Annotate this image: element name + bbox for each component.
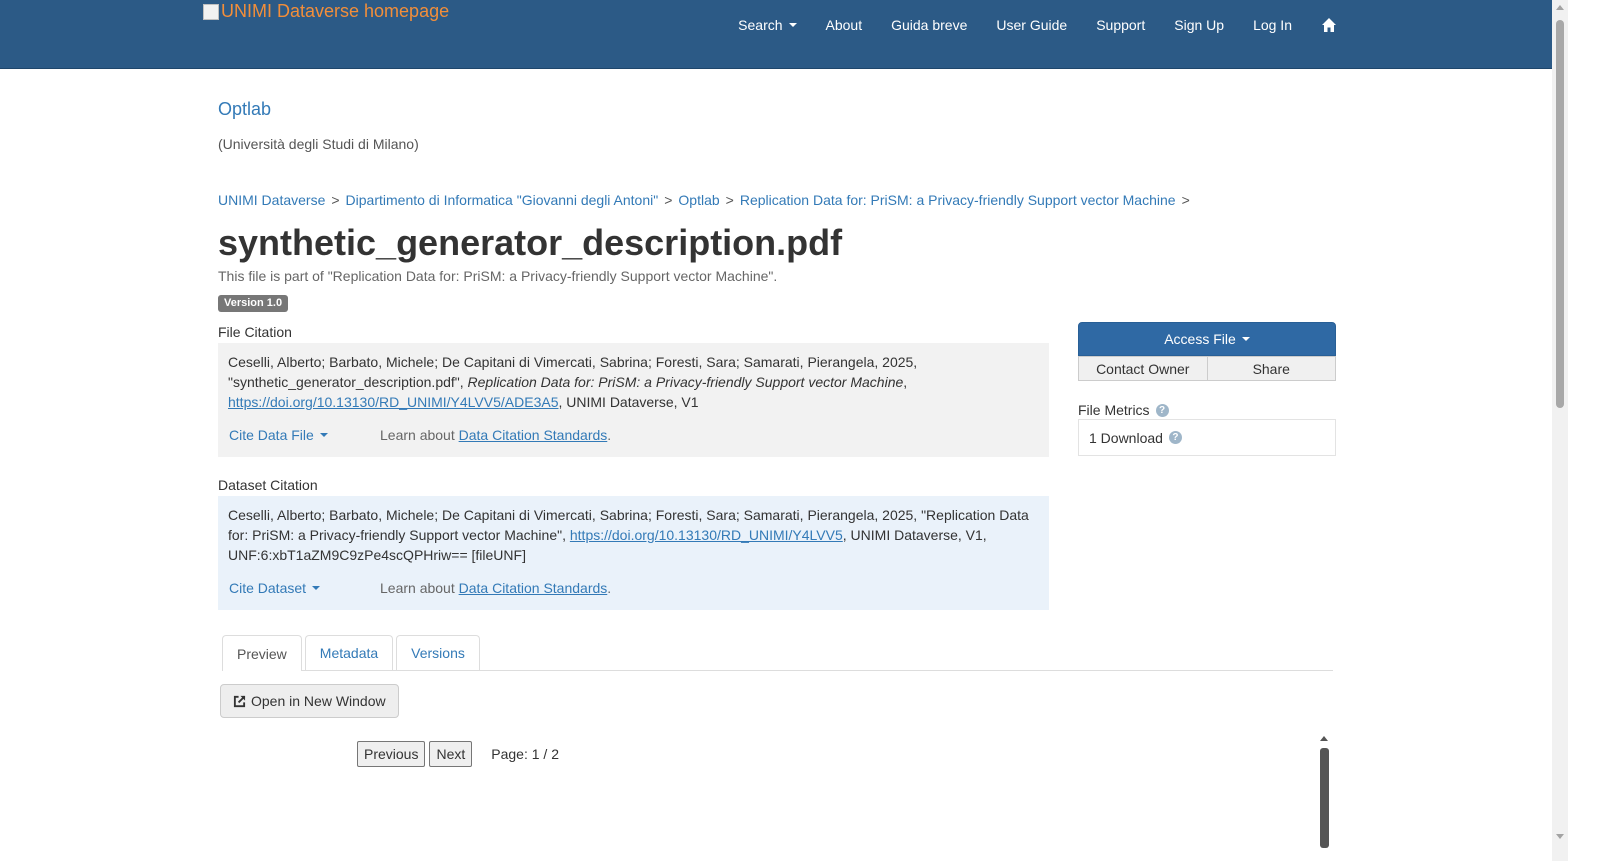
breadcrumb-dipartimento[interactable]: Dipartimento di Informatica "Giovanni de… [346, 192, 659, 208]
tab-versions[interactable]: Versions [396, 635, 480, 670]
cite-dataset-label: Cite Dataset [229, 580, 307, 596]
data-citation-standards-link[interactable]: Data Citation Standards [459, 580, 608, 596]
open-in-new-window-button[interactable]: Open in New Window [220, 684, 399, 718]
contact-owner-button[interactable]: Contact Owner [1078, 356, 1208, 381]
file-metrics-title: File Metrics [1078, 402, 1150, 418]
file-citation-text: Ceselli, Alberto; Barbato, Michele; De C… [228, 352, 1039, 412]
file-tabs: Preview Metadata Versions [222, 635, 1333, 671]
learn-suffix: . [607, 580, 612, 596]
breadcrumb-separator: > [725, 192, 734, 208]
breadcrumb-optlab[interactable]: Optlab [678, 192, 719, 208]
breadcrumb-separator: > [331, 192, 340, 208]
main-nav: Search About Guida breve User Guide Supp… [709, 0, 1337, 49]
learn-suffix: . [607, 427, 612, 443]
nav-log-in[interactable]: Log In [1253, 17, 1292, 33]
broken-image-icon [203, 4, 219, 20]
version-badge: Version 1.0 [218, 295, 289, 312]
cite-data-file-label: Cite Data File [229, 427, 314, 443]
page-scrollbar[interactable] [1552, 0, 1568, 861]
scroll-down-arrow-icon[interactable] [1556, 834, 1564, 839]
caret-down-icon [312, 586, 321, 590]
caret-down-icon [1241, 337, 1250, 341]
dataset-citation-label: Dataset Citation [218, 477, 318, 493]
scroll-up-arrow-icon[interactable] [1556, 5, 1564, 10]
scroll-thumb[interactable] [1556, 20, 1564, 408]
tab-metadata[interactable]: Metadata [304, 635, 394, 670]
page-indicator: Page: 1 / 2 [491, 746, 559, 762]
page-title: synthetic_generator_description.pdf [218, 222, 843, 263]
learn-prefix: Learn about [380, 427, 459, 443]
pdf-pager: Previous Next Page: 1 / 2 [357, 741, 559, 767]
caret-down-icon [788, 22, 797, 27]
learn-about-text: Learn about Data Citation Standards. [380, 425, 611, 445]
breadcrumb-separator: > [1181, 192, 1190, 208]
file-citation-label: File Citation [218, 324, 292, 340]
help-icon[interactable]: ? [1155, 403, 1169, 417]
top-navbar: UNIMI Dataverse homepage Search About Gu… [0, 0, 1552, 69]
access-file-button[interactable]: Access File [1078, 322, 1336, 356]
nav-search-dropdown[interactable]: Search [738, 16, 797, 33]
next-page-button[interactable]: Next [429, 741, 473, 767]
logo-alt-text: UNIMI Dataverse homepage [221, 0, 450, 21]
breadcrumb-separator: > [664, 192, 673, 208]
cite-data-file-dropdown[interactable]: Cite Data File [229, 425, 380, 445]
access-file-label: Access File [1164, 331, 1236, 347]
home-icon[interactable] [1321, 17, 1337, 33]
metrics-box: 1 Download ? [1078, 419, 1336, 456]
dataset-citation-box: Ceselli, Alberto; Barbato, Michele; De C… [218, 496, 1049, 610]
owner-share-buttons: Contact Owner Share [1078, 356, 1336, 381]
learn-about-text: Learn about Data Citation Standards. [380, 578, 611, 598]
external-link-icon [233, 695, 246, 707]
file-metrics-label: File Metrics ? [1078, 402, 1169, 418]
tab-preview[interactable]: Preview [222, 635, 302, 671]
citation-suffix: , UNIMI Dataverse, V1 [558, 394, 699, 410]
breadcrumb: UNIMI Dataverse > Dipartimento di Inform… [218, 192, 1196, 208]
citation-dataset-title: Replication Data for: PriSM: a Privacy-f… [467, 374, 904, 390]
file-doi-link[interactable]: https://doi.org/10.13130/RD_UNIMI/Y4LVV5… [228, 394, 558, 410]
nav-search-label: Search [738, 16, 783, 33]
learn-prefix: Learn about [380, 580, 459, 596]
open-in-new-window-label: Open in New Window [251, 693, 386, 709]
dataset-doi-link[interactable]: https://doi.org/10.13130/RD_UNIMI/Y4LVV5 [570, 527, 843, 543]
share-button[interactable]: Share [1207, 356, 1336, 381]
caret-down-icon [319, 433, 328, 437]
file-citation-box: Ceselli, Alberto; Barbato, Michele; De C… [218, 343, 1049, 457]
nav-guida-breve[interactable]: Guida breve [891, 17, 967, 33]
nav-sign-up[interactable]: Sign Up [1174, 17, 1224, 33]
nav-user-guide[interactable]: User Guide [996, 17, 1067, 33]
dataverse-name-link[interactable]: Optlab [218, 99, 271, 120]
preview-scroll-thumb[interactable] [1320, 748, 1329, 848]
file-cite-row: Cite Data File Learn about Data Citation… [229, 425, 1029, 445]
dataset-cite-row: Cite Dataset Learn about Data Citation S… [229, 578, 1029, 598]
dataset-citation-text: Ceselli, Alberto; Barbato, Michele; De C… [228, 505, 1039, 565]
site-logo-link[interactable]: UNIMI Dataverse homepage [203, 0, 449, 22]
file-part-of-text: This file is part of "Replication Data f… [218, 268, 778, 284]
breadcrumb-dataset[interactable]: Replication Data for: PriSM: a Privacy-f… [740, 192, 1176, 208]
preview-scroll-up-icon[interactable] [1320, 736, 1328, 741]
right-margin [1568, 0, 1600, 861]
dataverse-affiliation: (Università degli Studi di Milano) [218, 136, 419, 152]
download-count: 1 Download [1089, 429, 1163, 446]
previous-page-button[interactable]: Previous [357, 741, 426, 767]
help-icon[interactable]: ? [1168, 431, 1182, 444]
data-citation-standards-link[interactable]: Data Citation Standards [459, 427, 608, 443]
cite-dataset-dropdown[interactable]: Cite Dataset [229, 578, 380, 598]
breadcrumb-unimi-dataverse[interactable]: UNIMI Dataverse [218, 192, 325, 208]
nav-about[interactable]: About [826, 17, 863, 33]
citation-comma: , [903, 374, 908, 390]
nav-support[interactable]: Support [1096, 17, 1145, 33]
